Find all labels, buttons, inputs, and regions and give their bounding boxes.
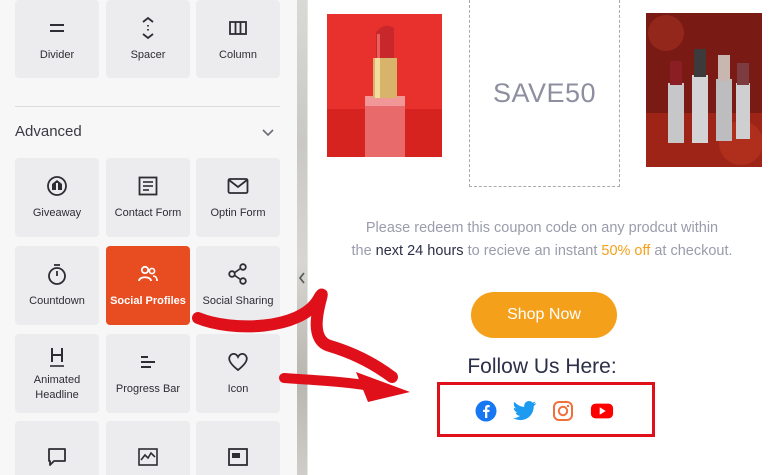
block-social-profiles[interactable]: Social Profiles: [106, 246, 190, 325]
block-comment[interactable]: [15, 421, 99, 475]
block-chart[interactable]: [106, 421, 190, 475]
redeem-text: Please redeem this coupon code on any pr…: [308, 217, 775, 263]
block-divider[interactable]: Divider: [15, 0, 99, 78]
block-giveaway[interactable]: Giveaway: [15, 158, 99, 237]
block-label: Giveaway: [32, 207, 82, 219]
block-label: Column: [219, 48, 257, 61]
blocks-sidebar: Divider Spacer Column Advanced Giveaway: [0, 0, 297, 475]
block-spacer[interactable]: Spacer: [106, 0, 190, 78]
shop-now-button[interactable]: Shop Now: [471, 292, 617, 338]
heart-icon: [226, 350, 250, 374]
block-label: Contact Form: [114, 207, 182, 219]
follow-heading: Follow Us Here:: [467, 355, 617, 378]
block-label: Spacer: [130, 48, 166, 61]
block-label: Countdown: [29, 295, 85, 307]
spacer-icon: [136, 16, 160, 40]
block-label: Animated Headline: [33, 373, 81, 401]
block-social-sharing[interactable]: Social Sharing: [196, 246, 280, 325]
progress-bar-icon: [136, 350, 160, 374]
block-label: Progress Bar: [115, 383, 181, 395]
block-column[interactable]: Column: [196, 0, 280, 78]
coupon-code[interactable]: SAVE50: [469, 0, 620, 187]
redeem-highlight-time: next 24 hours: [375, 243, 464, 259]
block-window[interactable]: [196, 421, 280, 475]
contact-form-icon: [136, 174, 160, 198]
countdown-icon: [45, 262, 69, 286]
animated-headline-icon: [45, 345, 69, 369]
app-root: Divider Spacer Column Advanced Giveaway: [0, 0, 775, 475]
block-contact-form[interactable]: Contact Form: [106, 158, 190, 237]
redeem-line-1: Please redeem this coupon code on any pr…: [365, 220, 719, 236]
section-title-advanced[interactable]: Advanced: [15, 123, 82, 140]
redeem-highlight-discount: 50% off: [601, 243, 651, 259]
divider-icon: [45, 16, 69, 40]
chevron-down-icon[interactable]: [261, 126, 275, 140]
chart-icon: [136, 445, 160, 469]
block-label: Optin Form: [210, 207, 266, 219]
block-optin-form[interactable]: Optin Form: [196, 158, 280, 237]
background-photo-strip: [297, 0, 307, 475]
highlight-box: [437, 382, 655, 437]
redeem-line-2: the next 24 hours to recieve an instant …: [308, 240, 775, 263]
collapse-sidebar-icon[interactable]: [297, 268, 307, 288]
block-progress-bar[interactable]: Progress Bar: [106, 334, 190, 413]
block-label: Icon: [227, 383, 249, 395]
block-label: Social Sharing: [202, 295, 274, 307]
block-icon[interactable]: Icon: [196, 334, 280, 413]
giveaway-icon: [45, 174, 69, 198]
block-label: Divider: [39, 48, 75, 61]
share-icon: [226, 262, 250, 286]
optin-form-icon: [226, 174, 250, 198]
window-icon: [226, 445, 250, 469]
block-countdown[interactable]: Countdown: [15, 246, 99, 325]
column-icon: [226, 16, 250, 40]
block-label: Social Profiles: [110, 295, 186, 307]
product-image-lipstick[interactable]: [327, 14, 442, 157]
redeem-text-part: to recieve an instant: [463, 243, 602, 259]
block-animated-headline[interactable]: Animated Headline: [15, 334, 99, 413]
section-divider: [15, 106, 280, 107]
redeem-text-part: the: [351, 243, 376, 259]
product-image-lipsticks[interactable]: [646, 13, 762, 167]
social-profiles-icon: [136, 262, 160, 286]
comment-icon: [45, 445, 69, 469]
redeem-text-part: at checkout.: [650, 243, 733, 259]
